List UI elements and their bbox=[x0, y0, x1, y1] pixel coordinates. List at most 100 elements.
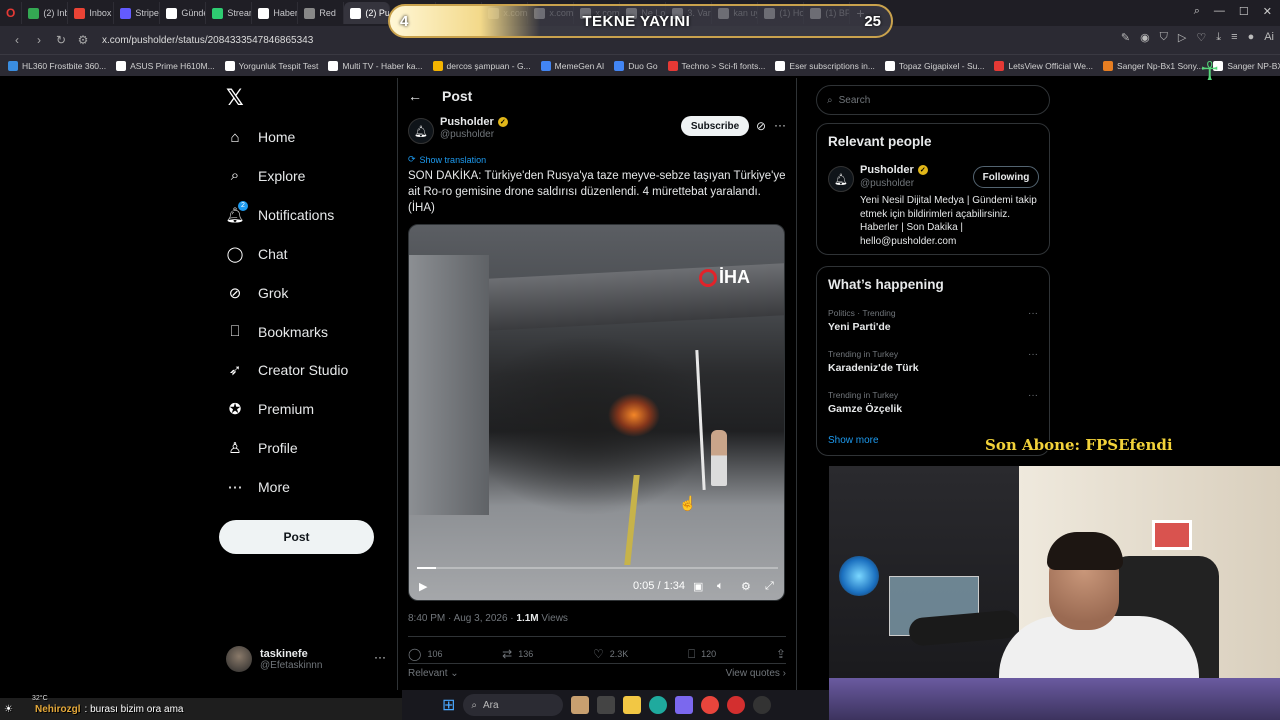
trend-item[interactable]: Trending in Turkey Gamze Özçelik ··· bbox=[828, 390, 1038, 415]
subscribe-button[interactable]: Subscribe bbox=[681, 116, 749, 136]
bookmark-button[interactable]: ⎕ 120 bbox=[688, 647, 716, 662]
forward-arrow-icon[interactable]: › bbox=[28, 33, 50, 47]
bookmark-item[interactable]: Topaz Gigapixel - Su... bbox=[884, 60, 984, 71]
opera-logo[interactable]: O bbox=[0, 2, 23, 24]
back-arrow-icon[interactable]: ‹ bbox=[6, 33, 28, 47]
task-view-icon[interactable] bbox=[597, 696, 616, 714]
bookmark-item[interactable]: dercos şampuan - G... bbox=[432, 60, 531, 71]
bookmark-item[interactable]: HL360 Frostbite 360... bbox=[8, 60, 106, 71]
view-quotes-link[interactable]: View quotes › bbox=[726, 668, 786, 679]
bookmark-item[interactable]: Sanger NP-BX1 Son... bbox=[1213, 60, 1280, 71]
person-handle[interactable]: @pusholder bbox=[860, 178, 914, 189]
camera-icon[interactable]: ◉ bbox=[1140, 31, 1150, 44]
shield-icon[interactable]: ⛉ bbox=[1160, 31, 1168, 44]
author-name[interactable]: Pusholder ✓ bbox=[440, 116, 508, 128]
nav-item-chat[interactable]: ◯ Chat bbox=[226, 239, 288, 269]
settings-gear-icon[interactable]: ⚙ bbox=[741, 580, 751, 593]
browser-tab[interactable]: Red bbox=[298, 2, 345, 24]
browser-tab[interactable]: (2) Inbox bbox=[22, 2, 69, 24]
search-tabs-icon[interactable]: ⌕ bbox=[1194, 5, 1200, 18]
obs-icon[interactable] bbox=[753, 696, 772, 714]
widget-icon[interactable] bbox=[571, 696, 590, 714]
repost-button[interactable]: ⇄ 136 bbox=[502, 647, 533, 661]
account-switcher[interactable]: taskinefe @Efetaskinnn ··· bbox=[226, 640, 386, 678]
more-dots-icon[interactable]: ··· bbox=[1028, 308, 1038, 319]
video-player[interactable]: İHA ☝ ▶ 0:05 / 1:34 ▣ 🔈︎ ⚙ ⤢ bbox=[408, 224, 785, 601]
play-icon[interactable]: ▷ bbox=[1178, 31, 1186, 44]
bookmark-label: Multi TV - Haber ka... bbox=[342, 60, 423, 71]
minimize-button[interactable]: — bbox=[1214, 5, 1225, 18]
share-button[interactable]: ⇪ bbox=[776, 647, 786, 661]
post-button[interactable]: Post bbox=[219, 520, 374, 554]
bookmark-item[interactable]: Eser subscriptions in... bbox=[775, 60, 875, 71]
opera-icon[interactable] bbox=[727, 696, 746, 714]
nav-item-explore[interactable]: ⌕ Explore bbox=[226, 161, 306, 191]
browser-tab[interactable]: (2) Pusholde bbox=[344, 2, 391, 24]
like-button[interactable]: ♡ 2.3K bbox=[593, 647, 628, 661]
bookmark-item[interactable]: ASUS Prime H610M... bbox=[116, 60, 215, 71]
bookmark-item[interactable]: LetsView Official We... bbox=[994, 60, 1093, 71]
windows-start-icon[interactable]: ⊞ bbox=[442, 695, 455, 715]
download-icon[interactable]: ⤓ bbox=[1216, 31, 1221, 44]
browser-tab[interactable]: Stripe Exp bbox=[114, 2, 161, 24]
trend-item[interactable]: Politics · Trending Yeni Parti'de ··· bbox=[828, 308, 1038, 333]
browser-tab[interactable]: Inbox (1,1 bbox=[68, 2, 115, 24]
author-handle[interactable]: @pusholder bbox=[440, 129, 494, 140]
heart-icon[interactable]: ♡ bbox=[1196, 31, 1206, 44]
play-icon[interactable]: ▶ bbox=[419, 580, 427, 593]
trend-item[interactable]: Trending in Turkey Karadeniz'de Türk ··· bbox=[828, 349, 1038, 374]
more-dots-icon[interactable]: ··· bbox=[1028, 390, 1038, 401]
more-dots-icon[interactable]: ··· bbox=[1028, 349, 1038, 360]
nav-item-grok[interactable]: ⊘ Grok bbox=[226, 278, 289, 308]
edit-icon[interactable]: ✎ bbox=[1121, 31, 1130, 44]
show-translation-link[interactable]: ⟳ Show translation bbox=[408, 154, 486, 165]
maximize-button[interactable]: ☐ bbox=[1239, 5, 1249, 18]
person-avatar[interactable]: 🔔︎ bbox=[828, 166, 854, 192]
nav-item-premium[interactable]: ✪ Premium bbox=[226, 394, 314, 424]
author-avatar[interactable]: 🔔︎ bbox=[408, 118, 434, 144]
bookmark-item[interactable]: Duo Go bbox=[614, 60, 658, 71]
browser-tab[interactable]: Stream - bbox=[206, 2, 253, 24]
nav-item-profile[interactable]: ♙ Profile bbox=[226, 433, 297, 463]
more-dots-icon[interactable]: ··· bbox=[374, 650, 386, 664]
relevant-sort-dropdown[interactable]: Relevant ⌄ bbox=[408, 668, 459, 679]
captions-icon[interactable]: ▣ bbox=[693, 580, 703, 593]
grok-icon[interactable]: ⊘ bbox=[756, 119, 766, 133]
edge-icon[interactable] bbox=[649, 696, 668, 714]
nav-item-notifications[interactable]: 🔔︎ 2 Notifications bbox=[225, 200, 334, 230]
file-explorer-icon[interactable] bbox=[623, 696, 642, 714]
browser-tab[interactable]: Gündem bbox=[160, 2, 207, 24]
profile-icon[interactable]: ● bbox=[1248, 31, 1255, 44]
fullscreen-icon[interactable]: ⤢ bbox=[765, 580, 774, 593]
following-button[interactable]: Following bbox=[973, 166, 1039, 188]
ai-icon[interactable]: Ai bbox=[1264, 31, 1274, 44]
volume-icon[interactable]: 🔈︎ bbox=[717, 580, 724, 593]
person-name[interactable]: Pusholder ✓ bbox=[860, 164, 928, 176]
show-more-link[interactable]: Show more bbox=[828, 435, 879, 446]
url-field[interactable]: x.com/pusholder/status/20843335478468653… bbox=[102, 35, 313, 46]
app-icon[interactable] bbox=[675, 696, 694, 714]
video-progress-bar[interactable] bbox=[417, 567, 778, 569]
close-button[interactable]: ✕ bbox=[1263, 5, 1272, 18]
post-timestamp[interactable]: 8:40 PM · Aug 3, 2026 · bbox=[408, 613, 516, 624]
back-arrow-icon[interactable]: ← bbox=[408, 88, 422, 104]
bookmark-item[interactable]: Techno > Sci-fi fonts... bbox=[667, 60, 765, 71]
nav-item-creator-studio[interactable]: ➶ Creator Studio bbox=[226, 355, 349, 385]
bookmark-item[interactable]: Sanger Np-Bx1 Sony... bbox=[1103, 60, 1203, 71]
browser-tab[interactable]: Haber Ak bbox=[252, 2, 299, 24]
search-input[interactable]: ⌕ Search bbox=[816, 85, 1050, 115]
menu-icon[interactable]: ≡ bbox=[1231, 31, 1237, 44]
nav-item-more[interactable]: ⋯ More bbox=[226, 472, 290, 502]
bookmark-item[interactable]: Yorgunluk Tespit Test bbox=[224, 60, 318, 71]
x-logo-icon[interactable]: 𝕏 bbox=[226, 86, 244, 111]
bookmark-item[interactable]: MemeGen AI bbox=[540, 60, 604, 71]
reload-icon[interactable]: ↻ bbox=[50, 33, 72, 47]
bookmark-item[interactable]: Multi TV - Haber ka... bbox=[328, 60, 423, 71]
nav-item-home[interactable]: ⌂ Home bbox=[226, 122, 295, 152]
taskbar-search[interactable]: ⌕ Ara bbox=[463, 694, 564, 716]
site-info-icon[interactable]: ⚙ bbox=[72, 33, 94, 47]
more-dots-icon[interactable]: ··· bbox=[774, 118, 786, 132]
chrome-icon[interactable] bbox=[701, 696, 720, 714]
nav-item-bookmarks[interactable]: ⎕ Bookmarks bbox=[226, 317, 328, 347]
reply-button[interactable]: ◯ 106 bbox=[408, 647, 442, 661]
